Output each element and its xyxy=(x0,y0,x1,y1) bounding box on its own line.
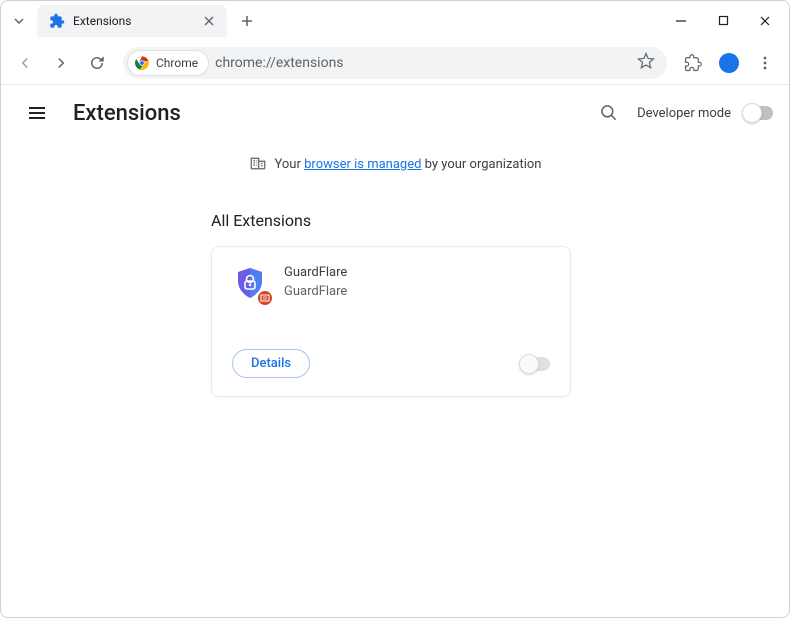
section-title: All Extensions xyxy=(211,211,789,230)
avatar xyxy=(719,53,739,73)
content-area: Your browser is managed by your organiza… xyxy=(1,141,789,617)
new-tab-button[interactable] xyxy=(233,7,261,35)
back-button[interactable] xyxy=(9,47,41,79)
extensions-icon[interactable] xyxy=(677,47,709,79)
extension-toggle[interactable] xyxy=(520,357,550,371)
forward-button[interactable] xyxy=(45,47,77,79)
managed-banner-text: Your browser is managed by your organiza… xyxy=(275,157,542,172)
puzzle-icon xyxy=(49,13,65,29)
managed-link[interactable]: browser is managed xyxy=(304,157,421,172)
extension-name: GuardFlare xyxy=(284,265,347,280)
bookmark-icon[interactable] xyxy=(637,52,655,74)
chrome-chip: Chrome xyxy=(127,50,209,76)
tab-title: Extensions xyxy=(73,14,193,28)
managed-banner: Your browser is managed by your organiza… xyxy=(1,141,789,187)
close-window-button[interactable] xyxy=(745,4,785,38)
search-button[interactable] xyxy=(593,97,625,129)
page-title: Extensions xyxy=(73,101,181,126)
minimize-button[interactable] xyxy=(661,4,701,38)
reload-button[interactable] xyxy=(81,47,113,79)
tab-search-button[interactable] xyxy=(5,7,33,35)
building-icon xyxy=(249,153,267,175)
url-text: chrome://extensions xyxy=(215,55,343,71)
menu-button[interactable] xyxy=(17,93,57,133)
window-titlebar: Extensions xyxy=(1,1,789,41)
extensions-header: Extensions Developer mode xyxy=(1,85,789,141)
developer-mode-toggle[interactable] xyxy=(743,106,773,120)
profile-button[interactable] xyxy=(713,47,745,79)
extension-description: GuardFlare xyxy=(284,284,347,299)
extension-icon xyxy=(232,265,268,301)
maximize-button[interactable] xyxy=(703,4,743,38)
extension-card: GuardFlare GuardFlare Details xyxy=(211,246,571,397)
policy-badge-icon xyxy=(256,289,274,307)
address-bar[interactable]: Chrome chrome://extensions xyxy=(123,47,667,79)
chrome-chip-label: Chrome xyxy=(156,56,198,70)
details-button[interactable]: Details xyxy=(232,349,310,378)
browser-toolbar: Chrome chrome://extensions xyxy=(1,41,789,85)
browser-tab[interactable]: Extensions xyxy=(37,5,227,37)
chrome-menu-button[interactable] xyxy=(749,47,781,79)
tab-close-button[interactable] xyxy=(201,13,217,29)
developer-mode-label: Developer mode xyxy=(637,106,731,121)
chrome-icon xyxy=(134,55,150,71)
